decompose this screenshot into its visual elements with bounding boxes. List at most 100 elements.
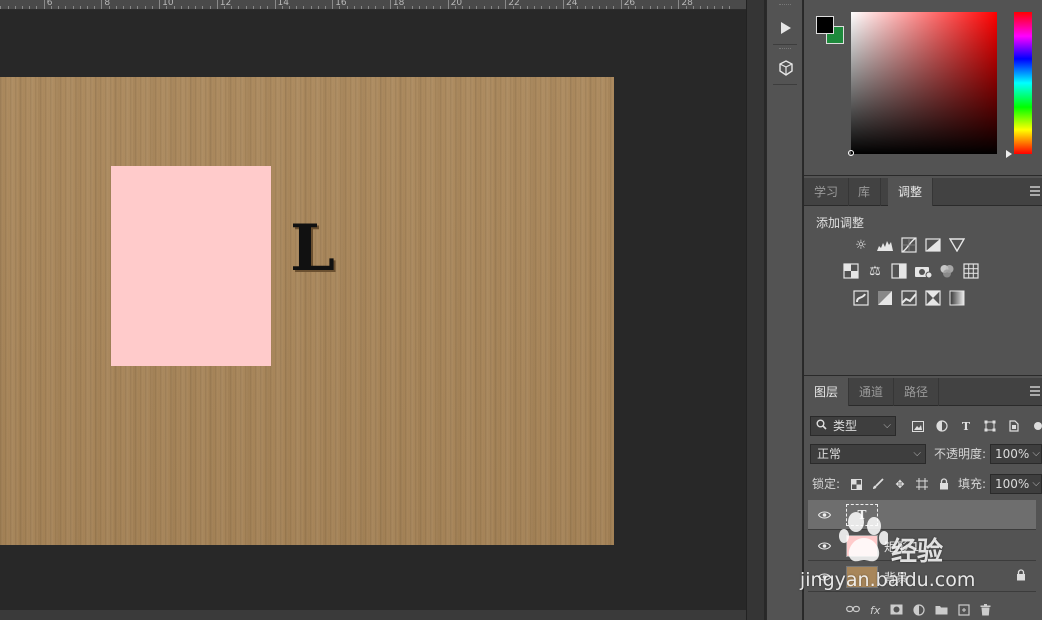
ruler-minor-tick — [281, 6, 283, 9]
pink-rectangle-shape[interactable] — [111, 166, 271, 366]
color-balance-icon[interactable]: ⚖ — [866, 262, 884, 280]
black-white-icon[interactable] — [890, 262, 908, 280]
lock-pixels-brush-icon[interactable] — [870, 476, 886, 492]
opacity-value: 100% — [995, 447, 1030, 461]
canvas-area[interactable]: L — [0, 11, 746, 610]
play-icon[interactable] — [767, 14, 804, 42]
panel-menu-icon[interactable] — [1030, 186, 1040, 196]
background-layer-thumbnail — [846, 566, 878, 588]
filter-type-icon[interactable]: T — [958, 418, 974, 434]
mask-icon[interactable] — [890, 604, 903, 620]
layers-panel-menu-icon[interactable] — [1030, 386, 1040, 396]
tab-adjustments[interactable]: 调整 — [888, 178, 934, 206]
chevron-down-icon: ⌵ — [1032, 478, 1040, 489]
layer-filter-label: 类型 — [833, 419, 858, 433]
visibility-eye-icon[interactable] — [817, 570, 832, 584]
fx-icon[interactable]: fx — [870, 604, 880, 620]
ruler-minor-tick — [72, 6, 74, 9]
strip-grip[interactable] — [779, 4, 791, 6]
saturation-value-picker[interactable] — [851, 12, 997, 154]
ruler-minor-tick — [700, 6, 702, 9]
invert-icon[interactable] — [852, 289, 870, 307]
filter-smart-object-icon[interactable] — [1006, 418, 1022, 434]
document-canvas[interactable]: L — [0, 77, 614, 545]
ruler-label: 10 — [162, 0, 174, 8]
vertical-scrollbar[interactable] — [746, 0, 764, 620]
ruler-minor-tick — [397, 6, 399, 9]
ruler-minor-tick — [324, 6, 326, 9]
new-layer-icon[interactable] — [958, 604, 970, 620]
lock-transparent-icon[interactable] — [848, 476, 864, 492]
ruler-minor-tick — [209, 6, 211, 9]
layer-row-shape[interactable]: 矩形 1 — [808, 531, 1036, 561]
filter-shape-icon[interactable] — [982, 418, 998, 434]
ruler-major-tick — [678, 0, 680, 9]
adjustment-icon[interactable] — [913, 604, 925, 620]
lock-artboard-icon[interactable] — [914, 476, 930, 492]
lock-label: 锁定: — [812, 477, 841, 491]
add-adjustment-title: 添加调整 — [816, 216, 865, 230]
color-picker-marker[interactable] — [848, 150, 854, 156]
ruler-minor-tick — [224, 6, 225, 9]
horizontal-scrollbar[interactable] — [0, 610, 746, 620]
layer-row-text[interactable]: T — [808, 500, 1036, 530]
trash-icon[interactable] — [980, 604, 991, 620]
selective-color-icon[interactable] — [924, 289, 942, 307]
tab-libraries[interactable]: 库 — [848, 178, 882, 206]
photo-filter-icon[interactable] — [914, 262, 932, 280]
filter-toggle-icon[interactable] — [1030, 418, 1042, 434]
ruler-minor-tick — [599, 6, 601, 9]
channel-mixer-icon[interactable] — [938, 262, 956, 280]
ruler-minor-tick — [425, 6, 427, 9]
curves-icon[interactable] — [900, 236, 918, 254]
ruler-minor-tick — [490, 6, 492, 9]
lock-row: 锁定: ✥ 填充: 100% ⌵ — [804, 472, 1042, 498]
layer-row-background[interactable]: 背景 — [808, 562, 1036, 592]
ruler-minor-tick — [714, 6, 716, 9]
fill-input[interactable]: 100% ⌵ — [990, 474, 1042, 494]
tab-channels[interactable]: 通道 — [849, 378, 895, 406]
ruler-minor-tick — [707, 6, 709, 9]
strip-grip-2[interactable] — [779, 48, 791, 50]
hue-slider-marker[interactable] — [1006, 150, 1012, 158]
ruler-minor-tick — [462, 6, 464, 9]
threshold-icon[interactable] — [900, 289, 918, 307]
vibrance-icon[interactable] — [948, 236, 966, 254]
layers-panel: 类型 ⌵ T 正常 ⌵ 不透明度: 100% ⌵ 锁定: ✥ 填充: 100% … — [804, 406, 1042, 620]
gradient-map-icon[interactable] — [948, 289, 966, 307]
link-icon[interactable] — [846, 604, 860, 620]
color-lookup-icon[interactable] — [962, 262, 980, 280]
exposure-icon[interactable] — [924, 236, 942, 254]
filter-pixel-icon[interactable] — [910, 418, 926, 434]
ruler-minor-tick — [123, 6, 125, 9]
opacity-label: 不透明度: — [934, 447, 987, 461]
opacity-input[interactable]: 100% ⌵ — [990, 444, 1042, 464]
tab-layers[interactable]: 图层 — [804, 378, 850, 406]
visibility-eye-icon[interactable] — [817, 508, 832, 522]
blend-mode-select[interactable]: 正常 ⌵ — [810, 444, 926, 464]
ruler-minor-tick — [671, 6, 673, 9]
folder-icon[interactable] — [935, 604, 948, 620]
levels-icon[interactable] — [876, 236, 894, 254]
foreground-color-swatch[interactable] — [816, 16, 834, 34]
layer-filter-select[interactable]: 类型 ⌵ — [810, 416, 896, 436]
hue-slider[interactable] — [1014, 12, 1032, 154]
ruler-minor-tick — [79, 6, 81, 9]
ruler-major-tick — [563, 0, 564, 9]
hue-saturation-icon[interactable] — [842, 262, 860, 280]
filter-adjustment-icon[interactable] — [934, 418, 950, 434]
visibility-eye-icon[interactable] — [817, 539, 832, 553]
blend-mode-row: 正常 ⌵ 不透明度: 100% ⌵ — [804, 442, 1042, 468]
ruler-minor-tick — [606, 6, 608, 9]
color-panel — [804, 0, 1042, 176]
posterize-icon[interactable] — [876, 289, 894, 307]
tab-paths[interactable]: 路径 — [894, 378, 940, 406]
text-layer-letter[interactable]: L — [290, 217, 335, 281]
tab-learn[interactable]: 学习 — [804, 178, 850, 206]
layer-filter-row: 类型 ⌵ T — [804, 414, 1042, 440]
ruler-major-tick — [159, 0, 161, 9]
lock-position-move-icon[interactable]: ✥ — [892, 476, 908, 492]
3d-cube-icon[interactable] — [767, 54, 804, 82]
brightness-contrast-icon[interactable]: ☼ — [852, 236, 870, 254]
lock-all-icon[interactable] — [936, 476, 952, 492]
